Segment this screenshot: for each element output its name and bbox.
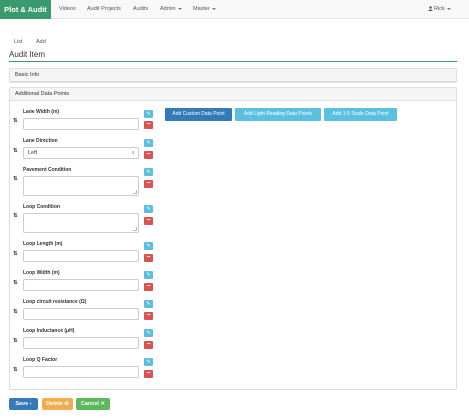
cancel-label: Cancel xyxy=(80,401,99,407)
field-label-lane-width: Lane Width (m) xyxy=(23,109,60,115)
field-label-loop-length: Loop Length (m) xyxy=(23,241,63,247)
remove-minus-icon[interactable]: − xyxy=(144,151,153,159)
edit-pencil-icon[interactable]: ✎ xyxy=(144,205,153,213)
field-label-loop-width: Loop Width (m) xyxy=(23,270,60,276)
edit-pencil-icon[interactable]: ✎ xyxy=(144,242,153,250)
add-scale-data-point-button[interactable]: Add 1-5 Scale Data Point xyxy=(324,108,397,121)
nav-videos[interactable]: Videos xyxy=(59,0,76,19)
page-title: Audit Item xyxy=(9,50,46,59)
edit-pencil-icon[interactable]: ✎ xyxy=(144,168,153,176)
sort-handle-icon[interactable]: ⇅ xyxy=(13,148,18,154)
sort-handle-icon[interactable]: ⇅ xyxy=(13,118,18,124)
loop-length-input[interactable] xyxy=(23,250,139,262)
edit-pencil-icon[interactable]: ✎ xyxy=(144,139,153,147)
top-navbar: Plot & Audit Videos Audit Projects Audit… xyxy=(0,0,469,19)
cancel-button[interactable]: Cancel ✕ xyxy=(76,398,110,410)
remove-minus-icon[interactable]: − xyxy=(144,254,153,262)
user-menu[interactable]: Rick xyxy=(428,0,451,19)
user-icon xyxy=(428,6,433,12)
nav-master-dropdown[interactable]: Master xyxy=(193,0,216,19)
save-label: Save xyxy=(15,401,29,407)
breadcrumb-list[interactable]: List xyxy=(14,39,23,45)
sort-handle-icon[interactable]: ⇅ xyxy=(13,309,18,315)
delete-label: Delete xyxy=(46,401,63,407)
loop-width-input[interactable] xyxy=(23,279,139,291)
nav-admin-dropdown[interactable]: Admin xyxy=(160,0,182,19)
minus-circle-icon: ⊖ xyxy=(64,401,69,407)
save-button[interactable]: Save › xyxy=(9,398,38,410)
lane-direction-value: Left xyxy=(28,150,38,156)
add-custom-data-point-button[interactable]: Add Custom Data Point xyxy=(165,108,232,121)
remove-minus-icon[interactable]: − xyxy=(144,312,153,320)
remove-minus-icon[interactable]: − xyxy=(144,217,153,225)
field-label-loop-circuit-resistance: Loop circuit resistance (Ω) xyxy=(23,299,87,305)
edit-pencil-icon[interactable]: ✎ xyxy=(144,358,153,366)
remove-minus-icon[interactable]: − xyxy=(144,283,153,291)
nav-master-label: Master xyxy=(193,6,210,12)
sort-handle-icon[interactable]: ⇅ xyxy=(13,176,18,182)
chevron-down-icon xyxy=(446,7,451,10)
loop-circuit-resistance-input[interactable] xyxy=(23,308,139,320)
chevron-down-icon xyxy=(177,7,182,10)
nav-audit-projects[interactable]: Audit Projects xyxy=(87,0,121,19)
additional-data-points-heading: Additional Data Points xyxy=(10,88,456,101)
sort-handle-icon[interactable]: ⇅ xyxy=(13,338,18,344)
chevron-right-icon: › xyxy=(29,401,32,407)
field-label-loop-condition: Loop Condition xyxy=(23,204,60,210)
basic-info-panel: Basic Info xyxy=(9,68,457,83)
chevron-down-icon xyxy=(211,7,216,10)
user-name: Rick xyxy=(434,6,445,12)
nav-admin-label: Admin xyxy=(160,6,176,12)
remove-minus-icon[interactable]: − xyxy=(144,121,153,129)
breadcrumb-add[interactable]: Add xyxy=(36,39,46,45)
select-arrows-icon: ⇕ xyxy=(131,150,135,155)
field-label-pavement-condition: Pavement Condition xyxy=(23,167,72,173)
field-label-lane-direction: Lane Direction xyxy=(23,138,58,144)
field-label-loop-inductance: Loop Inductance (μH) xyxy=(23,328,75,334)
basic-info-heading[interactable]: Basic Info xyxy=(10,69,456,82)
remove-minus-icon[interactable]: − xyxy=(144,341,153,349)
title-divider xyxy=(9,61,457,62)
close-icon: ✕ xyxy=(100,401,106,407)
delete-button[interactable]: Delete ⊖ xyxy=(42,398,73,410)
sort-handle-icon[interactable]: ⇅ xyxy=(13,280,18,286)
pavement-condition-textarea[interactable] xyxy=(23,176,139,196)
edit-pencil-icon[interactable]: ✎ xyxy=(144,329,153,337)
edit-pencil-icon[interactable]: ✎ xyxy=(144,110,153,118)
loop-q-factor-input[interactable] xyxy=(23,366,139,378)
nav-audits[interactable]: Audits xyxy=(133,0,148,19)
lane-width-input[interactable] xyxy=(23,118,139,130)
loop-condition-textarea[interactable] xyxy=(23,213,139,233)
remove-minus-icon[interactable]: − xyxy=(144,370,153,378)
remove-minus-icon[interactable]: − xyxy=(144,180,153,188)
app-brand[interactable]: Plot & Audit xyxy=(0,0,51,19)
field-label-loop-q-factor: Loop Q Factor xyxy=(23,357,58,363)
loop-inductance-input[interactable] xyxy=(23,337,139,349)
edit-pencil-icon[interactable]: ✎ xyxy=(144,300,153,308)
edit-pencil-icon[interactable]: ✎ xyxy=(144,271,153,279)
sort-handle-icon[interactable]: ⇅ xyxy=(13,251,18,257)
sort-handle-icon[interactable]: ⇅ xyxy=(13,213,18,219)
add-light-reading-button[interactable]: Add Light Reading Data Points xyxy=(235,108,321,121)
sort-handle-icon[interactable]: ⇅ xyxy=(13,367,18,373)
lane-direction-select[interactable]: Left ⇕ xyxy=(23,147,139,159)
